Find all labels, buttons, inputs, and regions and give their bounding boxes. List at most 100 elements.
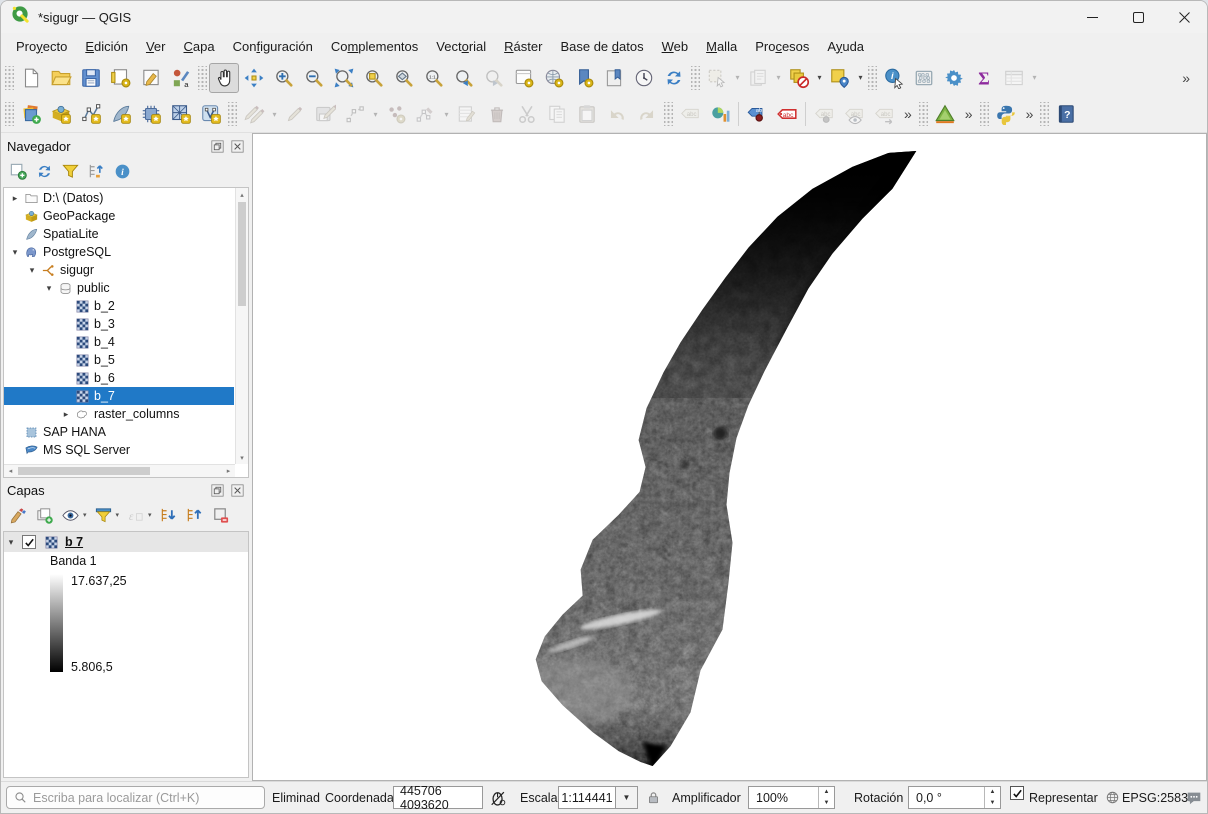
refresh-map-button[interactable] (659, 63, 689, 93)
statistical-summary-button[interactable]: Σ (969, 63, 999, 93)
scroll-right-arrow[interactable]: ▸ (222, 465, 235, 477)
browser-item-sap-hana[interactable]: SAP HANA (4, 423, 234, 441)
zoom-last-button[interactable] (449, 63, 479, 93)
browser-item-ms-sql-server[interactable]: MS SQL Server (4, 441, 234, 459)
expand-arrow[interactable]: ▸ (59, 409, 73, 420)
close-panel-button[interactable] (229, 138, 245, 154)
open-layer-styling-button[interactable] (9, 506, 28, 525)
menu-proyecto[interactable]: Proyecto (7, 35, 76, 58)
save-project-button[interactable] (76, 63, 106, 93)
field-calculator-button[interactable] (909, 63, 939, 93)
processing-toolbox-button[interactable] (939, 63, 969, 93)
spin-up-arrow[interactable]: ▲ (985, 787, 1000, 798)
refresh-browser-button[interactable] (35, 162, 54, 181)
manage-visibility-dropdown[interactable]: ▾ (83, 511, 87, 519)
scale-dropdown[interactable]: ▼ (616, 786, 638, 809)
highlight-pinned-labels-button[interactable]: abc (772, 99, 802, 129)
new-mesh-layer-button[interactable] (166, 99, 196, 129)
filter-legend-button[interactable] (94, 506, 113, 525)
expand-arrow[interactable]: ▾ (42, 283, 56, 294)
spin-down-arrow[interactable]: ▼ (819, 798, 834, 809)
scroll-down-arrow[interactable]: ▾ (236, 451, 248, 464)
zoom-to-layer-button[interactable] (389, 63, 419, 93)
layer-name[interactable]: b 7 (65, 535, 83, 549)
browser-item-spatialite[interactable]: SpatiaLite (4, 225, 234, 243)
expand-all-button[interactable] (159, 506, 178, 525)
messages-bubble-icon[interactable] (1185, 786, 1203, 809)
toolbar-overflow-chevron[interactable]: » (1177, 70, 1195, 86)
filter-legend-dropdown[interactable]: ▾ (116, 511, 120, 519)
float-panel-button[interactable] (209, 482, 225, 498)
layer-visibility-checkbox[interactable] (22, 535, 36, 549)
extents-mouse-icon[interactable] (489, 786, 507, 809)
manage-visibility-button[interactable] (61, 506, 80, 525)
new-spatial-bookmark-button[interactable] (569, 63, 599, 93)
new-geopackage-layer-button[interactable] (46, 99, 76, 129)
locator-search-input[interactable]: Escriba para localizar (Ctrl+K) (6, 786, 265, 809)
new-temporary-scratch-layer-button[interactable] (136, 99, 166, 129)
coordinate-input[interactable]: 445706 4093620 (393, 786, 483, 809)
render-checkbox[interactable] (1010, 786, 1024, 800)
scroll-up-arrow[interactable]: ▴ (236, 188, 248, 201)
map-canvas[interactable] (252, 133, 1207, 781)
browser-properties-button[interactable]: i (113, 162, 132, 181)
deselect-all-dropdown[interactable]: ▾ (814, 63, 825, 93)
browser-item-b-6[interactable]: b_6 (4, 369, 234, 387)
expand-arrow[interactable]: ▾ (25, 265, 39, 276)
horizontal-scrollbar[interactable]: ◂ ▸ (4, 464, 235, 477)
select-by-location-button[interactable] (825, 63, 855, 93)
python-console-button[interactable] (991, 99, 1021, 129)
browser-item-b-7[interactable]: b_7 (4, 387, 234, 405)
add-group-button[interactable] (35, 506, 54, 525)
browser-item-public[interactable]: ▾public (4, 279, 234, 297)
new-3d-map-view-button[interactable] (539, 63, 569, 93)
zoom-native-button[interactable]: 1:1 (419, 63, 449, 93)
expand-arrow[interactable]: ▾ (4, 537, 18, 548)
remove-layer-button[interactable] (211, 506, 230, 525)
browser-item-b-4[interactable]: b_4 (4, 333, 234, 351)
filter-browser-button[interactable] (61, 162, 80, 181)
rotation-spinner[interactable]: 0,0 ° ▲▼ (908, 786, 1001, 809)
spin-down-arrow[interactable]: ▼ (985, 798, 1000, 809)
vertical-scrollbar[interactable]: ▴ ▾ (235, 188, 248, 464)
scroll-thumb[interactable] (18, 467, 150, 475)
show-layout-manager-button[interactable] (136, 63, 166, 93)
zoom-out-button[interactable] (299, 63, 329, 93)
magnifier-spinner[interactable]: 100% ▲▼ (748, 786, 835, 809)
zoom-in-button[interactable] (269, 63, 299, 93)
menu-complementos[interactable]: Complementos (322, 35, 427, 58)
minimize-button[interactable] (1069, 1, 1115, 33)
toolbar-overflow-chevron[interactable]: » (960, 106, 978, 122)
pan-to-selection-button[interactable] (239, 63, 269, 93)
browser-item-raster-columns[interactable]: ▸raster_columns (4, 405, 234, 423)
layer-row-b7[interactable]: ▾ b 7 (4, 532, 248, 552)
new-virtual-layer-button[interactable] (196, 99, 226, 129)
layer-diagram-button[interactable] (705, 99, 735, 129)
new-map-view-button[interactable] (509, 63, 539, 93)
expand-arrow[interactable]: ▸ (8, 193, 22, 204)
new-project-button[interactable] (16, 63, 46, 93)
select-by-location-dropdown[interactable]: ▾ (855, 63, 866, 93)
menu-r-ster[interactable]: Ráster (495, 35, 551, 58)
menu-capa[interactable]: Capa (174, 35, 223, 58)
new-print-layout-button[interactable] (106, 63, 136, 93)
menu-procesos[interactable]: Procesos (746, 35, 818, 58)
menu-edici-n[interactable]: Edición (76, 35, 137, 58)
identify-features-button[interactable]: i (879, 63, 909, 93)
pan-map-button[interactable] (209, 63, 239, 93)
menu-configuraci-n[interactable]: Configuración (224, 35, 322, 58)
browser-item-b-2[interactable]: b_2 (4, 297, 234, 315)
maximize-button[interactable] (1115, 1, 1161, 33)
browser-item-sigugr[interactable]: ▾sigugr (4, 261, 234, 279)
menu-ver[interactable]: Ver (137, 35, 175, 58)
add-selected-layers-button[interactable] (9, 162, 28, 181)
new-shapefile-layer-button[interactable] (76, 99, 106, 129)
collapse-all-button[interactable] (185, 506, 204, 525)
label-pin-button[interactable]: ab (742, 99, 772, 129)
browser-item-geopackage[interactable]: GeoPackage (4, 207, 234, 225)
lock-scale-icon[interactable] (646, 786, 661, 809)
crs-globe-icon[interactable] (1105, 786, 1120, 809)
scroll-thumb[interactable] (238, 202, 246, 306)
deselect-all-button[interactable] (784, 63, 814, 93)
data-source-manager-button[interactable] (16, 99, 46, 129)
